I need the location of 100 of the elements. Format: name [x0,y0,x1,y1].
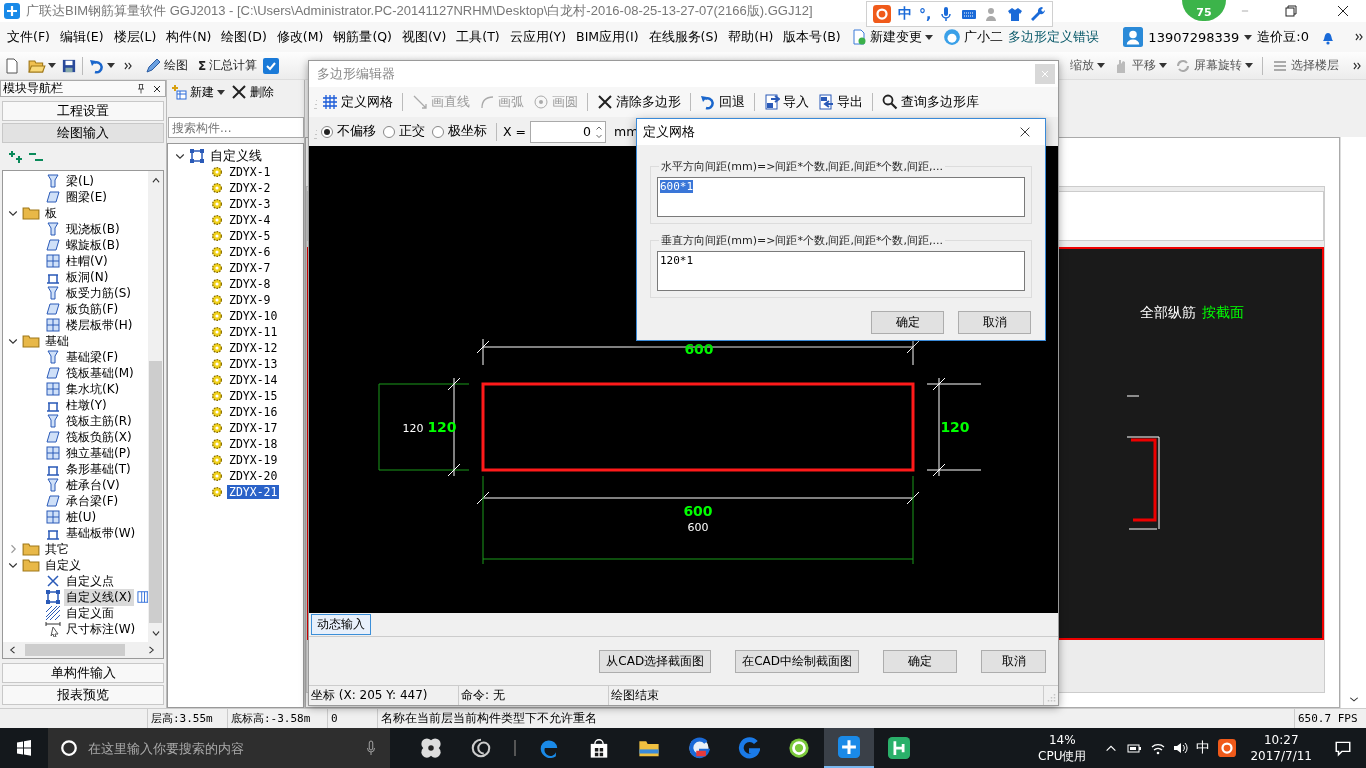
section-tab[interactable]: 报表预览 [2,685,164,705]
tree-item[interactable]: 板负筋(F) [64,300,121,318]
input-field[interactable]: 600*1 [657,177,1025,217]
input-field[interactable]: 120*1 [657,251,1025,291]
menu-item[interactable]: 绘图(D) [216,28,272,46]
toolbar-button[interactable]: 查询多边形库 [878,91,983,113]
menu-item[interactable]: 在线服务(S) [643,28,724,46]
action-button[interactable]: 从CAD选择截面图 [599,649,712,673]
toolbar-button[interactable]: 平移 [1110,54,1170,77]
menu-item[interactable]: 文件(F) [2,28,55,46]
volume-icon[interactable] [1172,740,1189,756]
more-icon[interactable] [1354,31,1364,43]
toolbar-button[interactable]: 删除 [229,81,276,103]
folder-icon[interactable] [28,57,46,74]
tree-item[interactable]: 自定义线 [208,147,264,165]
tree-item[interactable]: 筏板负筋(X) [64,428,134,446]
menu-item[interactable]: 工具(T) [451,28,505,46]
tree-item[interactable]: 条形基础(T) [64,460,133,478]
tree-item[interactable]: ZDYX-21 [227,485,280,499]
input-method-icon[interactable] [1218,739,1237,757]
ime-mode-text[interactable]: 中 [898,5,912,23]
toolbar-button[interactable]: 导入 [760,91,813,113]
tree-item[interactable]: ZDYX-15 [227,389,280,403]
menu-item[interactable]: 修改(M) [271,28,329,46]
tree-item[interactable]: 筏板基础(M) [64,364,136,382]
tree-item[interactable]: 筏板主筋(R) [64,412,134,430]
wrench-icon[interactable] [1030,6,1047,22]
tree-item[interactable]: 圈梁(E) [64,188,109,206]
radio-button[interactable]: 正交 [381,123,428,140]
tree-item[interactable]: 其它 [43,540,71,558]
tree-item[interactable]: 梁(L) [64,172,97,190]
toolbar-button[interactable]: 回退 [696,91,749,113]
menu-item[interactable]: 云应用(Y) [504,28,572,46]
tree-item[interactable]: 桩(U) [64,508,99,526]
action-button[interactable]: 取消 [981,649,1046,673]
tree-item[interactable]: ZDYX-10 [227,309,280,323]
tree-item[interactable]: ZDYX-17 [227,421,280,435]
tree-item[interactable]: 自定义 [43,556,83,574]
toolbar-button[interactable]: 选择楼层 [1269,54,1342,77]
tree-item[interactable]: 楼层板带(H) [64,316,135,334]
tree-item[interactable]: ZDYX-1 [227,165,273,179]
tree-item[interactable]: 板洞(N) [64,268,111,286]
tree-item[interactable]: 柱墩(Y) [64,396,109,414]
toolbar-button[interactable]: 导出 [814,91,867,113]
action-button[interactable]: 在CAD中绘制截面图 [735,649,859,673]
tree-item[interactable]: 自定义面 [64,604,116,622]
tree-item[interactable]: ZDYX-9 [227,293,273,307]
toolbar-button[interactable]: 清除多边形 [593,91,685,113]
cloud-icon[interactable] [263,57,280,74]
menu-item[interactable]: 帮助(H) [723,28,779,46]
caret-icon[interactable] [48,63,56,68]
scrollbar-thumb[interactable] [25,644,125,656]
menu-item[interactable]: 构件(N) [161,28,217,46]
tree-item[interactable]: ZDYX-16 [227,405,280,419]
toolbar-button[interactable]: 定义网格 [318,91,397,113]
pin-icon[interactable] [135,82,147,95]
save-icon[interactable] [62,58,76,73]
toolbar-button[interactable]: 绘图 [141,54,192,77]
tree-item[interactable]: 独立基础(P) [64,444,133,462]
tree-item[interactable]: ZDYX-4 [227,213,273,227]
section-tab[interactable]: 单构件输入 [2,663,164,683]
tree-item[interactable]: ZDYX-11 [227,325,280,339]
tree-item[interactable]: 尺寸标注(W) [64,620,138,638]
new-change-button[interactable]: 新建变更 [845,28,938,46]
section-tab[interactable]: 工程设置 [2,101,164,121]
tree-item[interactable]: ZDYX-2 [227,181,273,195]
tree-item[interactable]: ZDYX-3 [227,197,273,211]
menu-item[interactable]: 楼层(L) [108,28,162,46]
tree-item[interactable]: 自定义点 [64,572,116,590]
toolbar-button[interactable]: Σ 汇总计算 [194,54,262,77]
tree-item[interactable]: ZDYX-19 [227,453,280,467]
tree-item[interactable]: ZDYX-7 [227,261,273,275]
radio-button[interactable]: 不偏移 [319,123,379,140]
scroll-down-icon[interactable] [1347,694,1360,704]
expand-all-icon[interactable] [8,149,24,165]
tree-item[interactable]: ZDYX-6 [227,245,273,259]
tree-item[interactable]: ZDYX-18 [227,437,280,451]
search-field[interactable]: 搜索构件... [168,117,304,138]
tree-item[interactable]: 自定义线(X) [64,588,134,606]
toolbar-button[interactable]: 缩放 [1067,54,1108,77]
tree-item[interactable]: 集水坑(K) [64,380,122,398]
ime-punctuation-text[interactable]: °, [919,6,932,22]
scrollbar-thumb[interactable] [149,361,162,623]
user-icon[interactable] [1123,27,1144,47]
tree-item[interactable]: 板 [43,204,59,222]
action-button[interactable]: 确定 [883,649,957,673]
tree-item[interactable]: 柱帽(V) [64,252,110,270]
search-field[interactable]: 在这里输入你要搜索的内容 [86,739,356,757]
section-tab[interactable]: 绘图输入 [2,123,164,143]
account-name[interactable]: 13907298339 [1143,29,1245,45]
number-field[interactable]: 0 [530,120,606,143]
toolbar-button[interactable]: 屏幕旋转 [1172,54,1256,77]
notification-icon[interactable] [1334,739,1352,757]
microphone-icon[interactable] [364,740,378,756]
dialog-button[interactable]: 取消 [958,311,1031,334]
toggle-button[interactable]: 动态输入 [311,614,371,635]
menu-item[interactable]: 编辑(E) [54,28,109,46]
tree-item[interactable]: 承台梁(F) [64,492,121,510]
search-box[interactable]: 在这里输入你要搜索的内容 [48,728,390,768]
tree-item[interactable]: 板受力筋(S) [64,284,133,302]
